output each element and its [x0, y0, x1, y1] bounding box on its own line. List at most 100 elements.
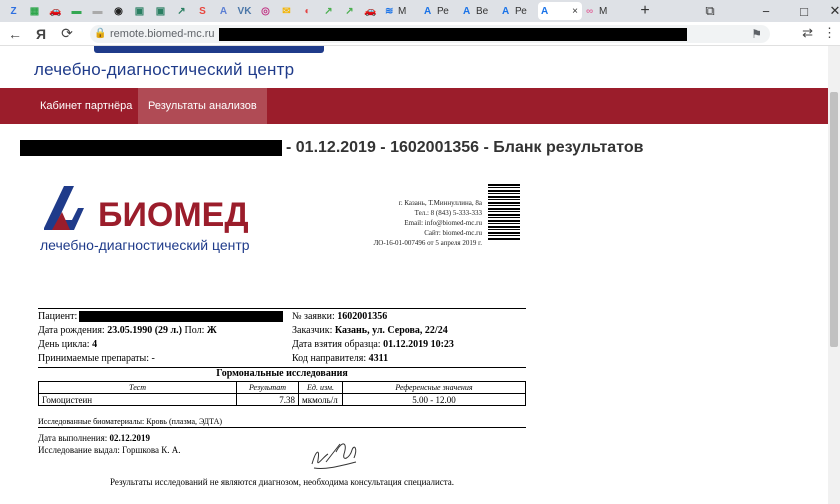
customer-value: Казань, ул. Серова, 22/24: [334, 325, 448, 336]
pinned-tab-0[interactable]: Z: [4, 3, 23, 19]
pinned-tab-6[interactable]: ▣: [130, 3, 149, 19]
pinned-tab-5[interactable]: ◉: [109, 3, 128, 19]
logo-brand-name: БИОМЕД: [98, 196, 249, 234]
pinned-tab-14[interactable]: ◐: [298, 3, 317, 19]
section-title: Гормональные исследования: [216, 368, 348, 379]
customer-label: Заказчик:: [292, 325, 333, 336]
reload-icon[interactable]: ⟳: [56, 25, 78, 42]
cycle-row: День цикла: 4: [38, 338, 97, 352]
address-line: г. Казань, Т.Миннуллина, 8а: [398, 199, 482, 207]
pinned-tab-15[interactable]: ↗: [319, 3, 338, 19]
referral-row: Код направителя: 4311: [292, 352, 388, 366]
document-title-text: - 01.12.2019 - 1602001356 - Бланк резуль…: [286, 139, 644, 156]
close-tab-icon[interactable]: ×: [572, 6, 578, 17]
pinned-tab-9[interactable]: S: [193, 3, 212, 19]
table-header-row: Тест Результат Ед. изм. Референсные знач…: [38, 381, 526, 394]
address-bar[interactable]: 🔒 remote.biomed-mc.ru ⚑: [90, 25, 770, 43]
tab-title: М: [398, 5, 407, 17]
column-header-reference: Референсные значения: [342, 381, 526, 394]
divider: [38, 427, 526, 428]
pinned-tab-11[interactable]: VK: [235, 3, 254, 19]
dob-label: Дата рождения:: [38, 325, 105, 336]
dob-row: Дата рождения: 23.05.1990 (29 л.) Пол: Ж: [38, 324, 217, 338]
close-window-button[interactable]: ✕: [820, 3, 840, 19]
pinned-tab-17[interactable]: 🚗: [361, 3, 380, 19]
site-nav: Кабинет партнёра Результаты анализов: [0, 88, 828, 124]
patient-row: Пациент:: [38, 310, 284, 324]
tab-search-icon[interactable]: ⧉: [698, 3, 722, 19]
back-arrow-icon[interactable]: ←: [4, 26, 26, 42]
logo-tagline: лечебно-диагностический центр: [40, 237, 250, 253]
dob-value: 23.05.1990 (29 л.): [107, 325, 182, 336]
active-tab[interactable]: A ×: [538, 2, 582, 20]
biomed-logo: БИОМЕД лечебно-диагностический центр: [40, 186, 250, 253]
browser-tab-3[interactable]: A Ре: [499, 2, 537, 20]
cycle-label: День цикла:: [38, 339, 90, 350]
phone-line: Тел.: 8 (843) 5-333-333: [414, 209, 482, 217]
tab-title: Ре: [437, 5, 449, 17]
referral-value: 4311: [368, 353, 389, 364]
logo-wordmark-fragment: [94, 46, 324, 53]
pinned-tab-12[interactable]: ◎: [256, 3, 275, 19]
completed-label: Дата выполнения:: [38, 433, 108, 443]
new-tab-button[interactable]: +: [636, 2, 654, 20]
document-title: - 01.12.2019 - 1602001356 - Бланк резуль…: [20, 138, 643, 158]
tab-favicon-icon: A: [424, 6, 432, 17]
sample-date-row: Дата взятия образца: 01.12.2019 10:23: [292, 338, 454, 352]
browser-tab-1[interactable]: A Ре: [421, 2, 459, 20]
browser-tab-0[interactable]: ≋ М: [382, 2, 420, 20]
menu-icon[interactable]: ⋮: [823, 25, 836, 41]
site-tagline: лечебно-диагностический центр: [34, 60, 295, 79]
pinned-tab-4[interactable]: ▬: [88, 3, 107, 19]
website-line: Сайт: biomed-mc.ru: [424, 229, 482, 237]
pinned-tab-7[interactable]: ▣: [151, 3, 170, 19]
sex-value: Ж: [206, 325, 217, 336]
tab-title: Ре: [515, 5, 527, 17]
nav-partner-cabinet[interactable]: Кабинет партнёра: [30, 88, 142, 124]
results-table: Тест Результат Ед. изм. Референсные знач…: [38, 381, 526, 406]
browser-tab-2[interactable]: A Ве: [460, 2, 498, 20]
window-controls: ⧉ − □ ✕: [698, 0, 840, 22]
order-value: 1602001356: [337, 311, 388, 322]
divider: [38, 308, 526, 309]
pinned-tab-2[interactable]: 🚗: [46, 3, 65, 19]
redacted-patient-field: [79, 311, 284, 323]
url-text: remote.biomed-mc.ru: [110, 28, 215, 40]
referral-label: Код направителя:: [292, 353, 367, 364]
pinned-tab-1[interactable]: ▦: [25, 3, 44, 19]
scrollbar[interactable]: [828, 46, 840, 504]
completed-value: 02.12.2019: [109, 433, 151, 443]
browser-tab-last[interactable]: ∞ М: [583, 2, 621, 20]
scrollbar-thumb[interactable]: [830, 92, 838, 347]
meds-row: Принимаемые препараты: -: [38, 353, 155, 364]
redacted-patient-name: [20, 140, 282, 156]
maximize-button[interactable]: □: [788, 4, 820, 19]
translate-icon[interactable]: ⇄: [802, 25, 813, 41]
pinned-tab-8[interactable]: ↗: [172, 3, 191, 19]
column-header-test: Тест: [38, 381, 237, 394]
biomaterial-note: Исследованные биоматериалы: Кровь (плазм…: [38, 417, 223, 426]
minimize-button[interactable]: −: [744, 4, 788, 19]
tab-favicon-icon: ≋: [385, 6, 394, 17]
site-logo[interactable]: лечебно-диагностический центр: [34, 46, 354, 86]
pinned-tab-13[interactable]: ✉: [277, 3, 296, 19]
bookmark-star-icon[interactable]: ⚑: [751, 27, 762, 41]
customer-row: Заказчик: Казань, ул. Серова, 22/24: [292, 324, 448, 338]
yandex-icon[interactable]: Я: [30, 26, 52, 42]
barcode: [488, 184, 520, 240]
cell-reference: 5.00 - 12.00: [342, 393, 526, 406]
patient-label: Пациент:: [38, 311, 78, 322]
cell-test: Гомоцистеин: [38, 393, 237, 406]
license-line: ЛО-16-01-007496 от 5 апреля 2019 г.: [373, 239, 482, 247]
issued-by: Исследование выдал: Горшкова К. А.: [38, 445, 181, 455]
pinned-tab-16[interactable]: ↗: [340, 3, 359, 19]
nav-test-results[interactable]: Результаты анализов: [138, 88, 267, 124]
pinned-tab-10[interactable]: A: [214, 3, 233, 19]
email-line: Email: info@biomed-mc.ru: [404, 219, 482, 227]
toolbar: ← Я ⟳ 🔒 remote.biomed-mc.ru ⚑ ⇄ ⋮: [0, 22, 840, 46]
sample-date-value: 01.12.2019 10:23: [383, 339, 454, 350]
pinned-tab-3[interactable]: ▬: [67, 3, 86, 19]
cell-unit: мкмоль/л: [298, 393, 343, 406]
tab-favicon-icon: ∞: [586, 6, 594, 17]
cell-result: 7.38: [236, 393, 299, 406]
